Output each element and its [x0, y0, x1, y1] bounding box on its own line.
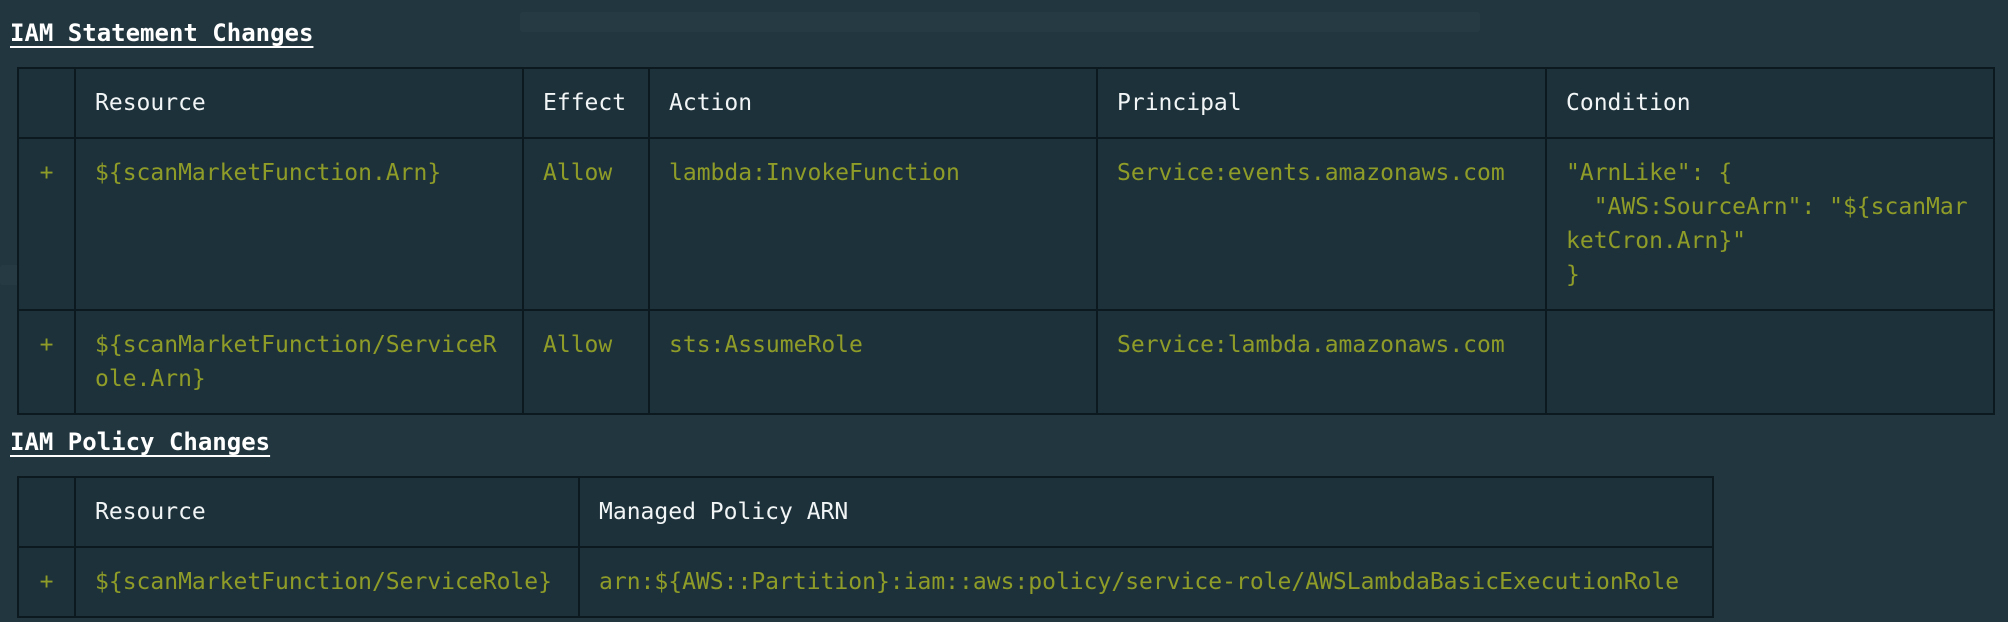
added-sign: +	[17, 137, 76, 311]
principal-cell: Service:events.amazonaws.com	[1096, 137, 1547, 311]
resource-cell: ${scanMarketFunction/ServiceRole}	[74, 546, 580, 618]
resource-cell: ${scanMarketFunction/ServiceRole.Arn}	[74, 309, 524, 415]
action-cell: sts:AssumeRole	[648, 309, 1098, 415]
column-header-managed-policy-arn: Managed Policy ARN	[578, 476, 1714, 548]
principal-cell: Service:lambda.amazonaws.com	[1096, 309, 1547, 415]
column-header-sign	[17, 67, 76, 139]
background-artifact	[520, 12, 1480, 32]
statement-changes-title: IAM Statement Changes	[10, 19, 314, 47]
condition-cell	[1545, 309, 1995, 415]
table-row: + ${scanMarketFunction.Arn} Allow lambda…	[17, 137, 1995, 311]
column-header-action: Action	[648, 67, 1098, 139]
policy-changes-table: Resource Managed Policy ARN + ${scanMark…	[17, 476, 1714, 618]
table-header-row: Resource Effect Action Principal Conditi…	[17, 67, 1995, 139]
policy-changes-title: IAM Policy Changes	[10, 428, 271, 456]
added-sign: +	[17, 309, 76, 415]
condition-cell: "ArnLike": { "AWS:SourceArn": "${scanMar…	[1545, 137, 1995, 311]
effect-cell: Allow	[522, 137, 650, 311]
column-header-condition: Condition	[1545, 67, 1995, 139]
table-header-row: Resource Managed Policy ARN	[17, 476, 1714, 548]
column-header-resource: Resource	[74, 476, 580, 548]
column-header-effect: Effect	[522, 67, 650, 139]
managed-policy-arn-cell: arn:${AWS::Partition}:iam::aws:policy/se…	[578, 546, 1714, 618]
action-cell: lambda:InvokeFunction	[648, 137, 1098, 311]
table-row: + ${scanMarketFunction/ServiceRole.Arn} …	[17, 309, 1995, 415]
column-header-resource: Resource	[74, 67, 524, 139]
table-row: + ${scanMarketFunction/ServiceRole} arn:…	[17, 546, 1714, 618]
column-header-sign	[17, 476, 76, 548]
added-sign: +	[17, 546, 76, 618]
resource-cell: ${scanMarketFunction.Arn}	[74, 137, 524, 311]
effect-cell: Allow	[522, 309, 650, 415]
statement-changes-table: Resource Effect Action Principal Conditi…	[17, 67, 1995, 415]
column-header-principal: Principal	[1096, 67, 1547, 139]
